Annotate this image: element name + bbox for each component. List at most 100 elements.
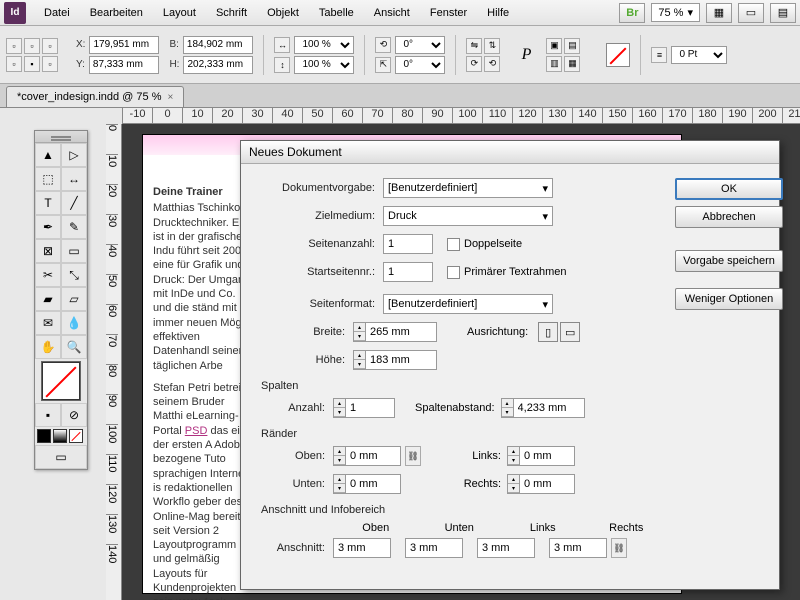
apply-color[interactable]: ▪ <box>35 403 61 427</box>
columns-spinner[interactable]: ▴▾ <box>333 398 345 418</box>
rotation[interactable]: 0° <box>395 36 445 54</box>
rectangle-tool[interactable]: ▭ <box>61 239 87 263</box>
menu-schrift[interactable]: Schrift <box>206 3 257 23</box>
scale-x[interactable]: 100 % <box>294 36 354 54</box>
intent-select[interactable]: Druck▾ <box>383 206 553 226</box>
view-mode-toggle[interactable]: ▭ <box>35 445 87 469</box>
menu-bearbeiten[interactable]: Bearbeiten <box>80 3 153 23</box>
chevron-down-icon: ▾ <box>687 6 693 19</box>
document-tabs: *cover_indesign.indd @ 75 % × <box>0 84 800 108</box>
height-field[interactable] <box>365 350 437 370</box>
arrange-button[interactable]: ▤ <box>770 3 796 23</box>
pencil-tool[interactable]: ✎ <box>61 215 87 239</box>
wrap-buttons[interactable]: ▣▤ ▥▦ <box>546 38 596 72</box>
save-preset-button[interactable]: Vorgabe speichern <box>675 250 783 272</box>
page-tool[interactable]: ⬚ <box>35 167 61 191</box>
fewer-options-button[interactable]: Weniger Optionen <box>675 288 783 310</box>
hand-tool[interactable]: ✋ <box>35 335 61 359</box>
ok-button[interactable]: OK <box>675 178 783 200</box>
orientation-portrait[interactable]: ▯ <box>538 322 558 342</box>
gradient-feather-tool[interactable]: ▱ <box>61 287 87 311</box>
x-input[interactable] <box>89 36 159 54</box>
free-transform-tool[interactable]: ⤡ <box>61 263 87 287</box>
selection-tool[interactable]: ▲ <box>35 143 61 167</box>
note-tool[interactable]: ✉ <box>35 311 61 335</box>
menu-datei[interactable]: Datei <box>34 3 80 23</box>
menu-ansicht[interactable]: Ansicht <box>364 3 420 23</box>
chevron-down-icon: ▾ <box>542 210 548 223</box>
view-mode-button[interactable]: ▦ <box>706 3 732 23</box>
zoom-tool[interactable]: 🔍 <box>61 335 87 359</box>
y-input[interactable] <box>89 56 159 74</box>
margin-top-spinner[interactable]: ▴▾ <box>333 446 345 466</box>
bleed-right[interactable] <box>549 538 607 558</box>
gutter-input[interactable] <box>513 398 585 418</box>
gutter-spinner[interactable]: ▴▾ <box>501 398 513 418</box>
height-input[interactable] <box>183 56 253 74</box>
margin-right-spinner[interactable]: ▴▾ <box>507 474 519 494</box>
ruler-vertical: 0102030405060708090100110120130140 <box>106 124 122 600</box>
eyedropper-tool[interactable]: 💧 <box>61 311 87 335</box>
width-input[interactable] <box>183 36 253 54</box>
margin-bottom-input[interactable] <box>345 474 401 494</box>
stroke-weight[interactable]: 0 Pt <box>671 46 727 64</box>
zoom-select[interactable]: 75 %▾ <box>651 3 700 22</box>
ruler-horizontal: -100102030405060708090100110120130140150… <box>122 108 800 124</box>
page-text-frame[interactable]: Deine Trainer Matthias Tschinko Drucktec… <box>153 185 253 600</box>
width-field[interactable] <box>365 322 437 342</box>
tab-cover-indesign[interactable]: *cover_indesign.indd @ 75 % × <box>6 86 184 107</box>
fill-stroke-swatch[interactable] <box>41 361 81 401</box>
scissors-tool[interactable]: ✂ <box>35 263 61 287</box>
columns-input[interactable] <box>345 398 395 418</box>
bleed-left[interactable] <box>477 538 535 558</box>
margin-left-input[interactable] <box>519 446 575 466</box>
pen-tool[interactable]: ✒ <box>35 215 61 239</box>
rectangle-frame-tool[interactable]: ⊠ <box>35 239 61 263</box>
primary-text-frame-checkbox[interactable] <box>447 266 460 279</box>
screen-mode-button[interactable]: ▭ <box>738 3 764 23</box>
width-spinner[interactable]: ▴▾ <box>353 322 365 342</box>
menu-objekt[interactable]: Objekt <box>257 3 309 23</box>
height-spinner[interactable]: ▴▾ <box>353 350 365 370</box>
menu-layout[interactable]: Layout <box>153 3 206 23</box>
new-document-dialog: Neues Dokument OK Abbrechen Vorgabe spei… <box>240 140 780 590</box>
scale-x-icon: ↔ <box>274 37 290 53</box>
start-page-input[interactable] <box>383 262 433 282</box>
line-tool[interactable]: ╱ <box>61 191 87 215</box>
apply-none[interactable]: ⊘ <box>61 403 87 427</box>
direct-selection-tool[interactable]: ▷ <box>61 143 87 167</box>
margin-left-spinner[interactable]: ▴▾ <box>507 446 519 466</box>
tools-panel[interactable]: ▲ ▷ ⬚ ↔ T ╱ ✒ ✎ ⊠ ▭ ✂ ⤡ ▰ ▱ ✉ 💧 ✋ 🔍 ▪ ⊘ … <box>34 130 88 470</box>
reference-point[interactable]: ▫▫▫ ▫▪▫ <box>6 38 66 72</box>
document-preset-select[interactable]: [Benutzerdefiniert]▾ <box>383 178 553 198</box>
facing-pages-checkbox[interactable] <box>447 238 460 251</box>
page-size-select[interactable]: [Benutzerdefiniert]▾ <box>383 294 553 314</box>
br-button[interactable]: Br <box>619 3 645 23</box>
dialog-title: Neues Dokument <box>241 141 779 164</box>
orientation-landscape[interactable]: ▭ <box>560 322 580 342</box>
link-bleed-icon[interactable]: ⛓ <box>611 538 627 558</box>
margin-bottom-spinner[interactable]: ▴▾ <box>333 474 345 494</box>
close-icon[interactable]: × <box>167 92 173 103</box>
p-style-icon[interactable]: P <box>516 43 536 67</box>
flip-buttons[interactable]: ⇋⇅ ⟳⟲ <box>466 38 506 72</box>
menu-tabelle[interactable]: Tabelle <box>309 3 364 23</box>
bleed-top[interactable] <box>333 538 391 558</box>
scale-y[interactable]: 100 % <box>294 56 354 74</box>
color-swatches[interactable] <box>35 427 87 445</box>
shear-icon: ⇱ <box>375 57 391 73</box>
margin-top-input[interactable] <box>345 446 401 466</box>
gradient-swatch-tool[interactable]: ▰ <box>35 287 61 311</box>
link-margins-icon[interactable]: ⛓ <box>405 446 421 466</box>
bleed-bottom[interactable] <box>405 538 463 558</box>
panel-grip[interactable] <box>35 131 87 143</box>
cancel-button[interactable]: Abbrechen <box>675 206 783 228</box>
pages-input[interactable] <box>383 234 433 254</box>
menu-hilfe[interactable]: Hilfe <box>477 3 519 23</box>
gap-tool[interactable]: ↔ <box>61 167 87 191</box>
fill-swatch[interactable] <box>606 43 630 67</box>
shear[interactable]: 0° <box>395 56 445 74</box>
type-tool[interactable]: T <box>35 191 61 215</box>
menu-fenster[interactable]: Fenster <box>420 3 477 23</box>
margin-right-input[interactable] <box>519 474 575 494</box>
